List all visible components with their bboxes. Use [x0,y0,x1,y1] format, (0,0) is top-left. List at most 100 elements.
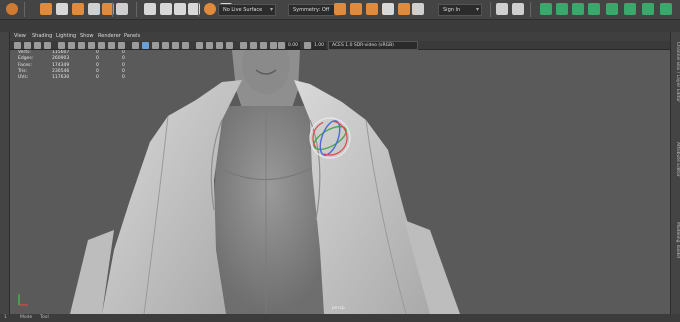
wireframe-icon[interactable] [132,42,139,49]
sign-in-label: Sign In [443,7,461,13]
chevron-down-icon: ▾ [269,6,273,13]
camera-attributes-icon[interactable] [24,42,31,49]
menu-renderer[interactable]: Renderer [98,32,121,41]
status-item: Mode [20,315,33,320]
camera-label: persp [332,306,345,311]
view-axis-icon [18,294,28,306]
separator [112,2,113,17]
select-tool-icon[interactable] [40,3,52,15]
model-render [70,50,460,314]
isolate-select-icon[interactable] [240,42,247,49]
render-frame-icon[interactable] [334,3,346,15]
panel-toolbar: 0.00 1.00 ACES 1.0 SDR-video (sRGB) [10,41,670,50]
tab-attribute-editor[interactable]: Attribute Editor [672,142,680,177]
symmetry-dropdown[interactable]: Symmetry: Off ▾ [288,4,340,16]
tab-modeling-toolkit[interactable]: Modeling Toolkit [672,222,680,258]
uv-editor-icon[interactable] [642,3,654,15]
grid-toggle-icon[interactable] [58,42,65,49]
image-plane-icon[interactable] [44,42,51,49]
live-surface-dropdown[interactable]: No Live Surface ▾ [218,4,276,16]
menu-lighting[interactable]: Lighting [56,32,76,41]
lights-icon[interactable] [172,42,179,49]
help-line: 1 Mode Tool [0,314,680,322]
separator [530,2,531,17]
right-panel-tabs: Channel Box / Layer Editor Attribute Edi… [670,32,680,314]
graph-editor-icon[interactable] [606,3,618,15]
color-space-label: ACES 1.0 SDR-video (sRGB) [332,43,394,48]
tab-channel-box[interactable]: Channel Box / Layer Editor [672,42,680,102]
hud-value: 117630 [52,75,70,81]
render-settings-icon[interactable] [366,3,378,15]
xray-components-icon[interactable] [270,42,277,49]
menu-shading[interactable]: Shading [32,32,52,41]
menu-show[interactable]: Show [80,32,94,41]
motion-blur-icon[interactable] [206,42,213,49]
lighting-icon[interactable] [412,3,424,15]
ambient-occlusion-icon[interactable] [196,42,203,49]
shadows-icon[interactable] [182,42,189,49]
hud-value: 0 [122,75,125,81]
gate-mask-icon[interactable] [88,42,95,49]
gamma-icon[interactable] [304,42,311,49]
color-space-dropdown[interactable]: ACES 1.0 SDR-video (sRGB) [328,41,418,50]
attribute-editor-icon[interactable] [496,3,508,15]
xray-icon[interactable] [250,42,257,49]
shelf-tabs [0,20,680,32]
safe-action-icon[interactable] [108,42,115,49]
resolution-gate-icon[interactable] [78,42,85,49]
history-icon[interactable] [204,3,216,15]
field-chart-icon[interactable] [98,42,105,49]
status-line-toolbar: No Live Surface ▾ Symmetry: Off ▾ Sign I… [0,0,680,20]
viewport-persp[interactable]: Verts: 115607 0 0 Edges: 260903 0 0 Face… [10,50,670,314]
exposure-icon[interactable] [278,42,285,49]
panel-menu-bar: View Shading Lighting Show Renderer Pane… [10,32,670,41]
status-item: 1 [4,315,7,320]
menu-view[interactable]: View [14,32,26,41]
select-camera-icon[interactable] [14,42,21,49]
poly-count-hud: Verts: 115607 0 0 Edges: 260903 0 0 Face… [18,50,138,81]
node-editor-icon[interactable] [624,3,636,15]
exposure-field[interactable]: 0.00 [286,42,300,49]
textured-icon[interactable] [162,42,169,49]
xray-joints-icon[interactable] [260,42,267,49]
render-view-icon[interactable] [398,3,410,15]
depth-of-field-icon[interactable] [226,42,233,49]
smooth-shade-icon[interactable] [142,42,149,49]
menu-panels[interactable]: Panels [124,32,140,41]
live-surface-label: No Live Surface [223,7,263,13]
snap-point-icon[interactable] [174,3,186,15]
symmetry-label: Symmetry: Off [293,7,330,13]
layer-editor-icon[interactable] [572,3,584,15]
film-gate-icon[interactable] [68,42,75,49]
snap-grid-icon[interactable] [144,3,156,15]
status-item: Tool [40,315,49,320]
render-ipr-icon[interactable] [350,3,362,15]
bookmarks-icon[interactable] [34,42,41,49]
hud-label: UVs: [18,75,29,81]
grid-icon[interactable] [116,3,128,15]
wireframe-on-shaded-icon[interactable] [152,42,159,49]
modeling-toolkit-icon[interactable] [540,3,552,15]
menu-set-icon[interactable] [6,3,18,15]
sign-in-dropdown[interactable]: Sign In ▾ [438,4,482,16]
hud-value: 0 [96,75,99,81]
snap-icon[interactable] [88,3,100,15]
hud-row-uvs: UVs: 117630 0 0 [18,75,138,81]
channel-box-icon[interactable] [556,3,568,15]
anti-aliasing-icon[interactable] [216,42,223,49]
separator [136,2,137,17]
separator [24,2,25,17]
tool-box [0,32,10,314]
separator [198,2,199,17]
move-tool-icon[interactable] [56,3,68,15]
safe-title-icon[interactable] [118,42,125,49]
sidebar-toggle-icon[interactable] [660,3,672,15]
outliner-icon[interactable] [588,3,600,15]
gamma-field[interactable]: 1.00 [312,42,326,49]
chevron-down-icon: ▾ [475,6,479,13]
separator [490,2,491,17]
tool-settings-icon[interactable] [512,3,524,15]
text-tool-icon[interactable] [72,3,84,15]
snap-curve-icon[interactable] [160,3,172,15]
hypershade-icon[interactable] [382,3,394,15]
